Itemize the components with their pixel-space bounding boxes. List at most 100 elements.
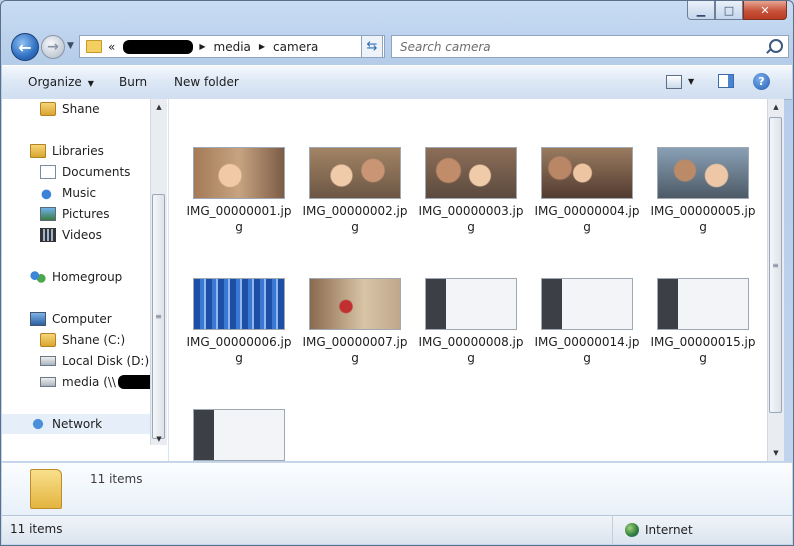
command-bar: Organize ▼ Burn New folder ▼ ?: [2, 65, 792, 100]
nav-item-computer[interactable]: Computer: [30, 309, 112, 329]
minimize-button[interactable]: ▁: [687, 1, 715, 20]
nav-item-homegroup[interactable]: Homegroup: [30, 267, 122, 287]
nav-label: Pictures: [62, 207, 110, 221]
breadcrumb-overflow[interactable]: «: [108, 40, 115, 54]
file-item[interactable]: IMG_00000008.jpg: [416, 278, 526, 366]
image-thumbnail: [541, 147, 633, 199]
nav-item-pictures[interactable]: Pictures: [40, 204, 110, 224]
new-folder-button[interactable]: New folder: [174, 75, 239, 89]
nav-item-drive-d[interactable]: Local Disk (D:): [40, 351, 149, 371]
status-bar: 11 items Internet: [2, 515, 792, 544]
file-name: IMG_00000008.jpg: [418, 335, 524, 365]
image-thumbnail: [193, 147, 285, 199]
search-input[interactable]: [398, 39, 762, 55]
search-box[interactable]: [391, 35, 789, 58]
help-icon[interactable]: ?: [753, 73, 770, 90]
refresh-icon: ⇆: [366, 39, 378, 54]
hard-drive-icon: [40, 356, 56, 366]
preview-pane-icon[interactable]: [718, 74, 734, 88]
search-icon[interactable]: [769, 39, 783, 53]
file-name: IMG_00000003.jpg: [418, 204, 524, 234]
nav-label: Shane (C:): [62, 333, 126, 347]
scrollbar-thumb[interactable]: ≡: [152, 194, 165, 439]
nav-item-media-share[interactable]: media (\\: [40, 372, 162, 392]
security-zone: Internet: [612, 516, 693, 544]
breadcrumb-media[interactable]: media: [214, 40, 251, 54]
file-item[interactable]: IMG_00000014.jpg: [532, 278, 642, 366]
nav-item-videos[interactable]: Videos: [40, 225, 102, 245]
file-item[interactable]: IMG_00000005.jpg: [648, 147, 758, 235]
breadcrumb-chevron-icon[interactable]: ▶: [259, 42, 265, 51]
computer-icon: [30, 312, 46, 326]
file-item[interactable]: IMG_00000001.jpg: [184, 147, 294, 235]
user-drive-icon: [40, 333, 56, 347]
image-thumbnail: [193, 409, 285, 461]
videos-icon: [40, 228, 56, 242]
change-view-icon[interactable]: [666, 75, 682, 89]
breadcrumb-camera[interactable]: camera: [273, 40, 318, 54]
address-bar[interactable]: « ▶ media ▶ camera ▼: [79, 35, 385, 58]
back-button[interactable]: ←: [11, 33, 39, 61]
organize-button[interactable]: Organize ▼: [28, 75, 94, 89]
file-name: IMG_00000001.jpg: [186, 204, 292, 234]
forward-button[interactable]: →: [41, 35, 65, 59]
file-name: IMG_00000006.jpg: [186, 335, 292, 365]
nav-item-user[interactable]: Shane: [40, 99, 100, 119]
content-scrollbar[interactable]: ▲ ≡ ▼: [767, 99, 784, 461]
documents-icon: [40, 165, 56, 179]
image-thumbnail: [309, 147, 401, 199]
recent-pages-dropdown[interactable]: ▼: [67, 41, 74, 51]
image-thumbnail: [309, 278, 401, 330]
close-icon: ✕: [760, 3, 770, 17]
organize-label: Organize: [28, 75, 82, 89]
breadcrumb-chevron-icon[interactable]: ▶: [199, 42, 205, 51]
nav-label: Network: [52, 417, 103, 431]
scrollbar-thumb[interactable]: ≡: [769, 117, 782, 413]
nav-item-music[interactable]: Music: [40, 183, 96, 203]
file-item[interactable]: IMG_00000004.jpg: [532, 147, 642, 235]
forward-arrow-icon: →: [47, 39, 59, 55]
file-item[interactable]: IMG_00000015.jpg: [648, 278, 758, 366]
scroll-up-icon[interactable]: ▲: [151, 99, 167, 115]
network-icon: [30, 417, 46, 431]
homegroup-icon: [30, 270, 46, 284]
nav-label: Music: [62, 186, 97, 200]
refresh-button[interactable]: ⇆: [361, 35, 383, 58]
navigation-bar: ← → ▼ « ▶ media ▶ camera ▼ ⇆: [9, 31, 789, 61]
nav-label: Documents: [62, 165, 131, 179]
nav-pane-scrollbar[interactable]: ▲ ≡ ▼: [150, 99, 167, 445]
file-item[interactable]: IMG_00000006.jpg: [184, 278, 294, 366]
scroll-down-icon[interactable]: ▼: [768, 445, 784, 461]
details-pane: 11 items: [2, 462, 792, 515]
view-options-dropdown-icon[interactable]: ▼: [688, 77, 694, 86]
minimize-icon: ▁: [696, 3, 706, 17]
file-name: IMG_00000015.jpg: [650, 335, 756, 365]
scroll-up-icon[interactable]: ▲: [768, 99, 784, 115]
folder-icon: [86, 40, 102, 53]
file-list-pane: IMG_00000001.jpg IMG_00000002.jpg IMG_0000…: [169, 99, 784, 496]
nav-item-libraries[interactable]: Libraries: [30, 141, 104, 161]
burn-button[interactable]: Burn: [119, 75, 147, 89]
music-icon: [40, 186, 56, 200]
maximize-button[interactable]: □: [715, 1, 743, 20]
pictures-icon: [40, 207, 56, 221]
zone-label: Internet: [645, 523, 693, 537]
file-item[interactable]: IMG_00000003.jpg: [416, 147, 526, 235]
chevron-down-icon: ▼: [87, 79, 94, 88]
close-button[interactable]: ✕: [743, 1, 787, 20]
image-thumbnail: [425, 147, 517, 199]
nav-label: Shane: [62, 102, 100, 116]
file-item[interactable]: IMG_00000002.jpg: [300, 147, 410, 235]
scroll-down-icon[interactable]: ▼: [151, 431, 167, 447]
details-item-count: 11 items: [90, 472, 143, 486]
redacted-block: [123, 39, 194, 54]
folder-icon: [30, 469, 62, 509]
nav-label: Computer: [52, 312, 112, 326]
back-arrow-icon: ←: [18, 37, 32, 57]
image-thumbnail: [657, 278, 749, 330]
nav-item-documents[interactable]: Documents: [40, 162, 130, 182]
file-item[interactable]: IMG_00000007.jpg: [300, 278, 410, 366]
nav-item-network[interactable]: Network: [2, 414, 150, 434]
nav-item-drive-c[interactable]: Shane (C:): [40, 330, 125, 350]
file-name: IMG_00000014.jpg: [534, 335, 640, 365]
